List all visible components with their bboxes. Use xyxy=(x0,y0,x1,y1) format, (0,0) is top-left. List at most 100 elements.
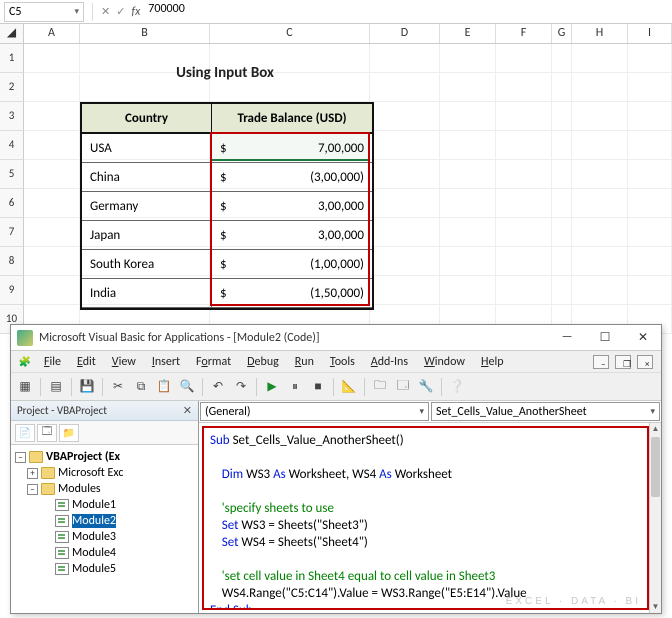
mdi-close-button[interactable]: × xyxy=(637,355,653,369)
formula-input[interactable]: 700000 xyxy=(144,2,668,22)
project-explorer-icon[interactable]: 🗀 xyxy=(370,377,390,397)
vba-menubar: 🧩 File Edit View Insert Format Debug Run… xyxy=(11,351,661,373)
insert-module-icon[interactable]: ▤ xyxy=(46,377,66,397)
menu-window[interactable]: Window xyxy=(417,353,472,371)
undo-icon[interactable]: ↶ xyxy=(208,377,228,397)
close-button[interactable]: ✕ xyxy=(631,330,655,345)
menu-help[interactable]: Help xyxy=(474,353,511,371)
vba-titlebar[interactable]: Microsoft Visual Basic for Applications … xyxy=(11,325,661,351)
expand-icon[interactable]: + xyxy=(27,468,38,479)
menu-view[interactable]: View xyxy=(105,353,143,371)
col-header[interactable]: D xyxy=(370,24,440,43)
save-icon[interactable]: 💾 xyxy=(77,377,97,397)
tree-module[interactable]: Module3 xyxy=(13,529,196,545)
vertical-scrollbar[interactable]: ▲ ▼ xyxy=(649,423,661,613)
col-header[interactable]: G xyxy=(552,24,572,43)
tree-modules-folder[interactable]: – Modules xyxy=(13,481,196,497)
tree-module[interactable]: Module4 xyxy=(13,545,196,561)
row-header[interactable]: 7 xyxy=(0,218,24,247)
row-header[interactable]: 3 xyxy=(0,102,24,131)
cut-icon[interactable]: ✂ xyxy=(108,377,128,397)
project-pane-title: Project - VBAProject ✕ xyxy=(11,401,198,421)
redo-icon[interactable]: ↷ xyxy=(231,377,251,397)
copy-icon[interactable]: ⧉ xyxy=(131,377,151,397)
mdi-minimize-button[interactable]: – xyxy=(593,355,609,369)
paste-icon[interactable]: 📋 xyxy=(154,377,174,397)
accept-icon[interactable]: ✓ xyxy=(116,5,125,18)
row-header[interactable]: 6 xyxy=(0,189,24,218)
menu-edit[interactable]: Edit xyxy=(70,353,103,371)
menu-insert[interactable]: Insert xyxy=(145,353,187,371)
menu-addins[interactable]: Add-Ins xyxy=(364,353,415,371)
tree-root[interactable]: – VBAProject (Ex xyxy=(13,449,196,465)
design-mode-icon[interactable]: 📐 xyxy=(339,377,359,397)
vba-system-icon[interactable]: 🧩 xyxy=(15,352,35,372)
vba-toolbar: ▦ ▤ 💾 ✂ ⧉ 📋 🔍 ↶ ↷ ▶ ⏸ ■ 📐 🗀 🗔 🔧 ❔ xyxy=(11,373,661,401)
row-header[interactable]: 2 xyxy=(0,73,24,102)
col-header[interactable]: C xyxy=(210,24,370,43)
cell-country: China xyxy=(82,163,212,192)
col-header[interactable]: F xyxy=(496,24,552,43)
col-header[interactable]: H xyxy=(572,24,628,43)
toggle-folders-icon[interactable]: 📁 xyxy=(59,424,79,442)
vba-editor-window: Microsoft Visual Basic for Applications … xyxy=(10,324,662,614)
minimize-button[interactable]: — xyxy=(555,330,579,345)
cell-amount: $(1,50,000) xyxy=(212,279,372,308)
table-row[interactable]: India$(1,50,000) xyxy=(82,279,372,308)
row-header[interactable]: 5 xyxy=(0,160,24,189)
row-header[interactable]: 4 xyxy=(0,131,24,160)
run-icon[interactable]: ▶ xyxy=(262,377,282,397)
row-header[interactable]: 8 xyxy=(0,247,24,276)
fx-icon[interactable]: fx xyxy=(131,5,140,19)
menu-file[interactable]: File xyxy=(37,353,68,371)
maximize-button[interactable]: ☐ xyxy=(593,330,617,345)
properties-icon[interactable]: 🗔 xyxy=(393,377,413,397)
tree-ms-excel[interactable]: + Microsoft Exc xyxy=(13,465,196,481)
menu-debug[interactable]: Debug xyxy=(240,353,286,371)
scroll-up-icon[interactable]: ▲ xyxy=(650,423,661,435)
object-browser-icon[interactable]: 🔧 xyxy=(416,377,436,397)
table-row[interactable]: South Korea$(1,00,000) xyxy=(82,250,372,279)
chevron-down-icon[interactable]: ▾ xyxy=(74,6,79,17)
view-excel-icon[interactable]: ▦ xyxy=(15,377,35,397)
project-toolbar: 📄 🗔 📁 xyxy=(11,421,198,445)
tree-module[interactable]: Module1 xyxy=(13,497,196,513)
menu-format[interactable]: Format xyxy=(189,353,238,371)
break-icon[interactable]: ⏸ xyxy=(285,377,305,397)
menu-run[interactable]: Run xyxy=(288,353,321,371)
reset-icon[interactable]: ■ xyxy=(308,377,328,397)
code-editor[interactable]: Sub Set_Cells_Value_AnotherSheet() Dim W… xyxy=(202,426,649,610)
code-area: Sub Set_Cells_Value_AnotherSheet() Dim W… xyxy=(199,423,661,613)
project-tree[interactable]: – VBAProject (Ex + Microsoft Exc – Modul… xyxy=(11,445,198,613)
menu-tools[interactable]: Tools xyxy=(323,353,362,371)
procedure-dropdown[interactable]: Set_Cells_Value_AnotherSheet▾ xyxy=(431,402,660,421)
object-dropdown[interactable]: (General)▾ xyxy=(200,402,429,421)
cancel-icon[interactable]: ✕ xyxy=(101,5,110,18)
cell-amount: $3,00,000 xyxy=(212,192,372,221)
mdi-restore-button[interactable]: ❐ xyxy=(615,355,631,369)
col-header[interactable]: I xyxy=(628,24,672,43)
data-table: Country Trade Balance (USD) USA$7,00,000… xyxy=(80,102,374,310)
project-pane-close-icon[interactable]: ✕ xyxy=(183,404,192,417)
view-object-icon[interactable]: 🗔 xyxy=(37,424,57,442)
help-icon[interactable]: ❔ xyxy=(447,377,467,397)
col-header[interactable]: E xyxy=(440,24,496,43)
tree-module-selected[interactable]: Module2 xyxy=(13,513,196,529)
scroll-down-icon[interactable]: ▼ xyxy=(650,601,661,613)
table-row[interactable]: Germany$3,00,000 xyxy=(82,192,372,221)
find-icon[interactable]: 🔍 xyxy=(177,377,197,397)
col-header[interactable]: B xyxy=(80,24,210,43)
row-header[interactable]: 1 xyxy=(0,44,24,73)
collapse-icon[interactable]: – xyxy=(27,484,38,495)
table-row[interactable]: China$(3,00,000) xyxy=(82,163,372,192)
row-header[interactable]: 9 xyxy=(0,276,24,305)
table-row[interactable]: Japan$3,00,000 xyxy=(82,221,372,250)
scrollbar-thumb[interactable] xyxy=(651,437,660,497)
table-row[interactable]: USA$7,00,000 xyxy=(82,134,372,163)
name-box[interactable]: C5 ▾ xyxy=(4,2,84,22)
view-code-icon[interactable]: 📄 xyxy=(15,424,35,442)
select-all-corner[interactable]: ◢ xyxy=(0,24,24,43)
collapse-icon[interactable]: – xyxy=(15,452,26,463)
col-header[interactable]: A xyxy=(24,24,80,43)
tree-module[interactable]: Module5 xyxy=(13,561,196,577)
